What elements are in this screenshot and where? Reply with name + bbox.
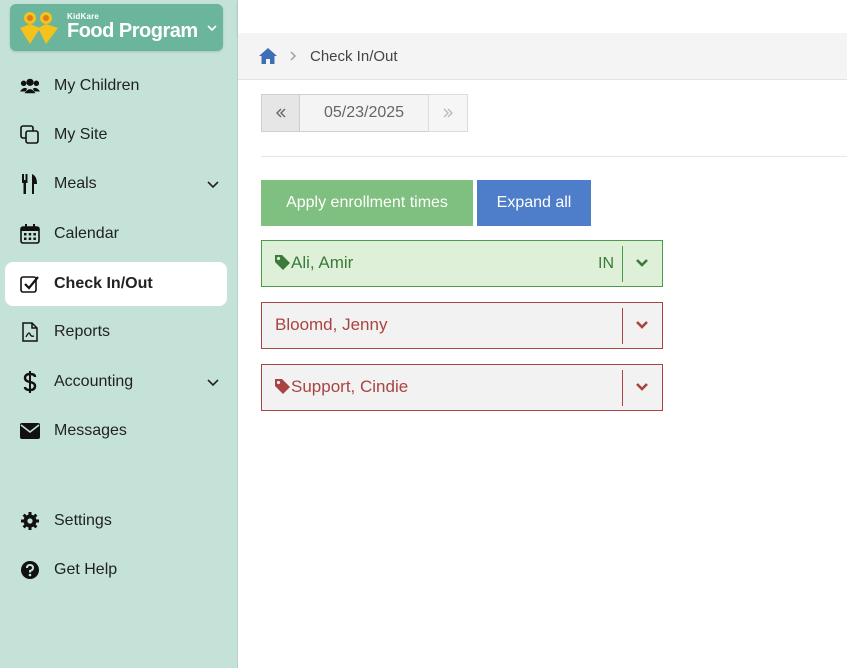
calendar-icon: [20, 224, 40, 244]
kidkare-logo-icon: [20, 12, 58, 44]
gear-icon: [20, 511, 40, 531]
child-row-bloomd-jenny[interactable]: Bloomd, Jenny: [261, 302, 663, 349]
sidebar-item-my-children[interactable]: My Children: [5, 64, 227, 108]
dollar-icon: [20, 371, 40, 393]
sidebar-item-label: Get Help: [54, 561, 118, 578]
sidebar-item-meals[interactable]: Meals: [5, 162, 227, 206]
pdf-file-icon: [20, 322, 40, 342]
sidebar-item-settings[interactable]: Settings: [5, 499, 227, 543]
sidebar-item-check-in-out[interactable]: Check In/Out: [5, 262, 227, 306]
sidebar-item-messages[interactable]: Messages: [5, 409, 227, 453]
sidebar-item-calendar[interactable]: Calendar: [5, 212, 227, 256]
child-row-ali-amir[interactable]: Ali, Amir IN: [261, 240, 663, 287]
previous-date-button[interactable]: [261, 94, 300, 132]
sidebar-item-reports[interactable]: Reports: [5, 310, 227, 354]
chevron-down-icon[interactable]: [635, 257, 649, 269]
divider: [622, 370, 623, 406]
expand-all-button[interactable]: Expand all: [477, 180, 591, 226]
users-icon: [20, 76, 40, 96]
check-square-icon: [20, 274, 40, 294]
home-icon[interactable]: [258, 47, 278, 65]
copy-icon: [20, 125, 40, 145]
sidebar-item-accounting[interactable]: Accounting: [5, 360, 227, 404]
chevron-down-icon[interactable]: [206, 22, 218, 34]
child-row-support-cindie[interactable]: Support, Cindie: [261, 364, 663, 411]
date-field[interactable]: 05/23/2025: [299, 94, 429, 132]
status-badge: IN: [598, 255, 614, 272]
next-date-button[interactable]: [428, 94, 468, 132]
question-circle-icon: [20, 560, 40, 580]
chevron-right-icon: [290, 51, 296, 61]
sidebar-item-label: Meals: [54, 175, 97, 192]
tag-icon: [275, 255, 290, 270]
breadcrumb-current: Check In/Out: [310, 48, 398, 65]
sidebar-item-label: Messages: [54, 422, 127, 439]
sidebar-item-label: Settings: [54, 512, 112, 529]
double-chevron-right-icon: [443, 108, 453, 118]
child-name: Support, Cindie: [291, 377, 409, 396]
sidebar-item-label: Calendar: [54, 225, 119, 242]
app-logo[interactable]: KidKare Food Program: [10, 4, 223, 51]
sidebar-item-my-site[interactable]: My Site: [5, 113, 227, 157]
envelope-icon: [20, 421, 40, 441]
tag-icon: [275, 379, 290, 394]
chevron-down-icon[interactable]: [207, 376, 219, 388]
chevron-down-icon[interactable]: [207, 178, 219, 190]
utensils-icon: [20, 174, 40, 194]
divider: [622, 308, 623, 344]
divider: [261, 156, 847, 157]
apply-enrollment-times-button[interactable]: Apply enrollment times: [261, 180, 473, 226]
chevron-down-icon[interactable]: [635, 381, 649, 393]
sidebar: KidKare Food Program My Children My Site…: [0, 0, 238, 668]
top-bar: [238, 0, 847, 33]
logo-title: Food Program: [67, 20, 198, 42]
child-name: Ali, Amir: [291, 253, 354, 272]
child-name: Bloomd, Jenny: [275, 315, 388, 334]
sidebar-item-get-help[interactable]: Get Help: [5, 548, 227, 592]
sidebar-item-label: My Site: [54, 126, 108, 143]
double-chevron-left-icon: [275, 108, 285, 118]
sidebar-item-label: My Children: [54, 77, 140, 94]
chevron-down-icon[interactable]: [635, 319, 649, 331]
breadcrumb: Check In/Out: [238, 33, 847, 80]
sidebar-item-label: Check In/Out: [54, 275, 153, 292]
sidebar-item-label: Accounting: [54, 373, 134, 390]
divider: [622, 246, 623, 282]
sidebar-item-label: Reports: [54, 323, 111, 340]
